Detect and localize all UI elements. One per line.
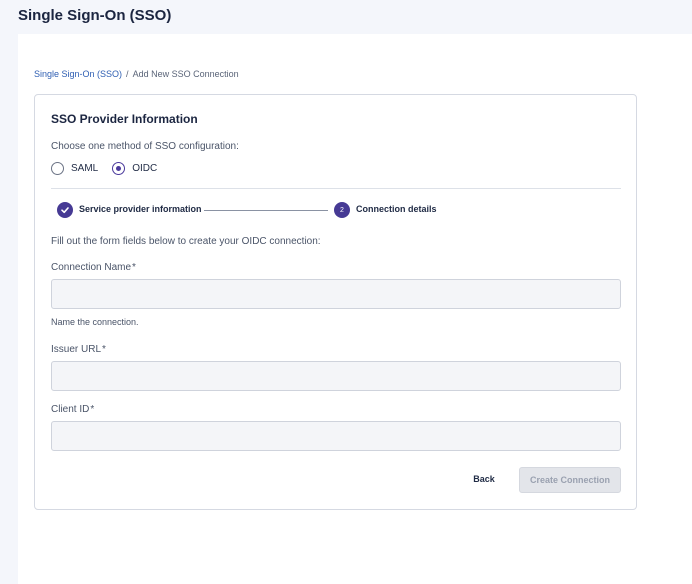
client-id-label: Client ID*	[51, 404, 94, 415]
connection-name-input[interactable]	[51, 279, 621, 309]
create-connection-button[interactable]: Create Connection	[519, 467, 621, 493]
main-content: Single Sign-On (SSO) / Add New SSO Connect…	[18, 34, 692, 584]
method-label: Choose one method of SSO configuration:	[51, 141, 239, 152]
required-marker: *	[132, 262, 136, 273]
section-divider	[51, 188, 621, 189]
radio-option-saml[interactable]: SAML	[51, 162, 98, 175]
step-2-label: Connection details	[356, 204, 437, 214]
step-connector-line	[204, 210, 328, 211]
oidc-radio-label: OIDC	[132, 163, 158, 174]
breadcrumb-link-sso[interactable]: Single Sign-On (SSO)	[34, 69, 122, 79]
step-2-number: 2	[334, 202, 350, 218]
progress-stepper: Service provider information 2 Connectio…	[57, 202, 617, 218]
page-title: Single Sign-On (SSO)	[18, 7, 172, 24]
card-title: SSO Provider Information	[51, 112, 198, 126]
issuer-url-label: Issuer URL*	[51, 344, 106, 355]
connection-name-label-text: Connection Name	[51, 262, 132, 273]
issuer-url-label-text: Issuer URL	[51, 344, 102, 355]
connection-name-help: Name the connection.	[51, 317, 139, 327]
required-marker: *	[90, 404, 95, 415]
saml-radio-button[interactable]	[51, 162, 64, 175]
page-header: Single Sign-On (SSO)	[0, 0, 692, 34]
connection-name-label: Connection Name*	[51, 262, 136, 273]
client-id-label-text: Client ID	[51, 404, 90, 415]
issuer-url-input[interactable]	[51, 361, 621, 391]
saml-radio-label: SAML	[71, 163, 99, 174]
back-button[interactable]: Back	[461, 467, 507, 491]
oidc-radio-button[interactable]	[112, 162, 126, 175]
breadcrumb: Single Sign-On (SSO) / Add New SSO Connect…	[34, 69, 239, 79]
client-id-input[interactable]	[51, 421, 621, 451]
sso-provider-card: SSO Provider Information Choose one meth…	[34, 94, 637, 510]
required-marker: *	[102, 344, 106, 355]
checkmark-icon	[57, 202, 73, 218]
radio-option-oidc[interactable]: OIDC	[112, 162, 157, 175]
breadcrumb-separator: /	[126, 69, 129, 79]
form-instructions: Fill out the form fields below to create…	[51, 236, 321, 247]
step-1-label: Service provider information	[79, 204, 202, 214]
breadcrumb-current: Add New SSO Connection	[132, 69, 239, 79]
sso-method-radio-group: SAML OIDC	[51, 162, 171, 175]
